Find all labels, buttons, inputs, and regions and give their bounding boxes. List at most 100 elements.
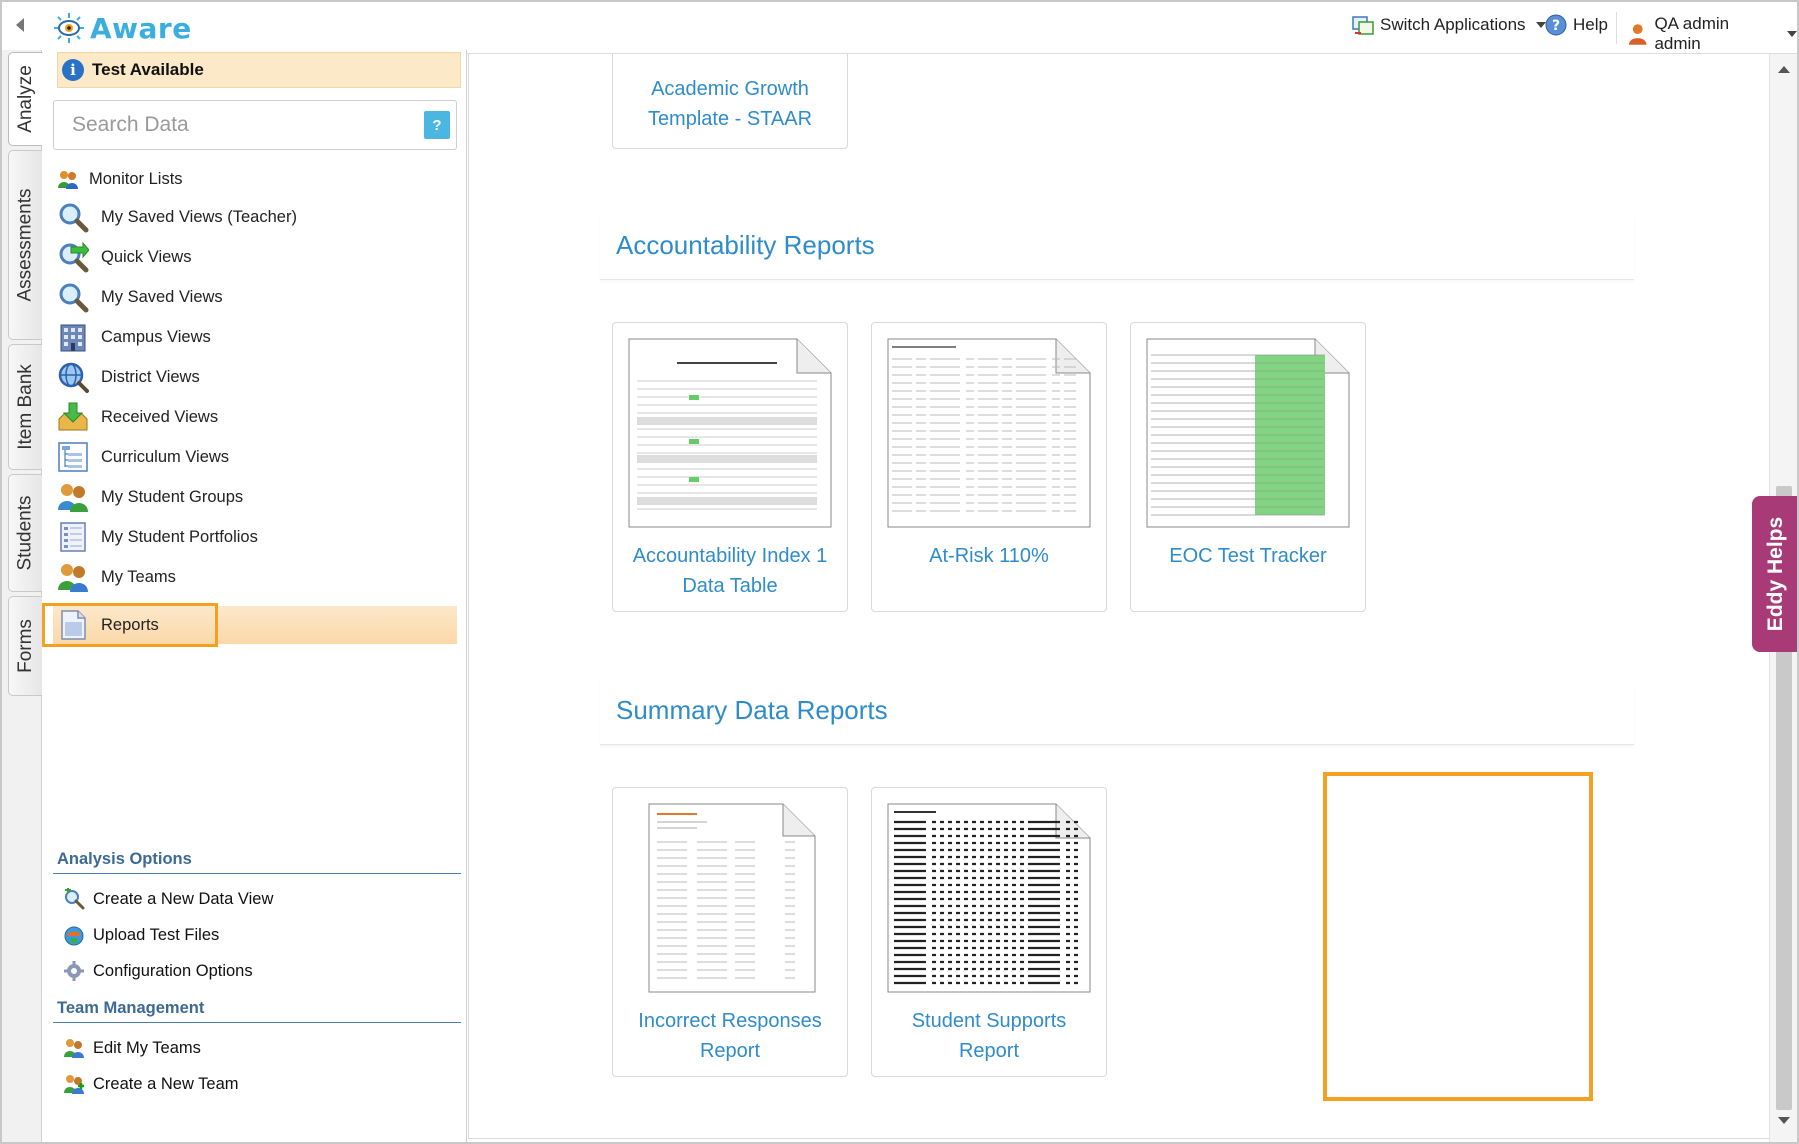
monitor-lists-icon [57, 168, 79, 190]
gear-icon [63, 960, 85, 982]
curriculum-tree-icon [57, 441, 89, 473]
search-box: ? [53, 100, 457, 150]
scroll-up-arrow-icon[interactable] [1778, 66, 1790, 73]
tab-item-bank[interactable]: Item Bank [8, 344, 42, 470]
report-card-label: Incorrect Responses Report [613, 1006, 847, 1066]
sidebar-item-label: Monitor Lists [89, 169, 183, 188]
option-label: Create a New Data View [93, 889, 274, 908]
group-title: Accountability Reports [616, 230, 875, 260]
magnifier-icon [57, 201, 89, 233]
brand-name: Aware [90, 11, 192, 45]
collapse-panel-icon[interactable] [16, 18, 24, 32]
tab-assessments[interactable]: Assessments [8, 150, 42, 340]
info-icon: i [62, 59, 84, 81]
sidebar-item-campus-views[interactable]: Campus Views [53, 318, 457, 356]
create-new-data-view-link[interactable]: Create a New Data View [63, 884, 273, 914]
group-title: Summary Data Reports [616, 695, 888, 725]
logo-eye-icon [54, 13, 84, 43]
sidebar-item-label: My Student Groups [101, 487, 244, 506]
sidebar-item-monitor-lists[interactable]: Monitor Lists [53, 160, 457, 198]
team-edit-icon [63, 1037, 85, 1059]
sidebar-item-my-teams[interactable]: My Teams [53, 558, 457, 596]
group-header-accountability: Accountability Reports [600, 216, 1634, 280]
report-card-incorrect-responses[interactable]: Incorrect Responses Report [612, 787, 848, 1077]
tab-forms-label: Forms [14, 619, 36, 673]
test-available-banner[interactable]: i Test Available [57, 52, 461, 88]
switch-applications-label: Switch Applications [1380, 15, 1526, 34]
sidebar-item-label: My Student Portfolios [101, 527, 258, 546]
scroll-down-arrow-icon[interactable] [1778, 1117, 1790, 1124]
tab-assessments-label: Assessments [14, 188, 36, 302]
option-label: Upload Test Files [93, 925, 220, 944]
sidebar-item-curriculum-views[interactable]: Curriculum Views [53, 438, 457, 476]
edit-my-teams-link[interactable]: Edit My Teams [63, 1033, 201, 1063]
tab-analyze-label: Analyze [14, 65, 36, 133]
top-header: Aware Switch Applications ? Help QA admi… [2, 2, 1797, 54]
sidebar-item-district-views[interactable]: District Views [53, 358, 457, 396]
report-thumbnail [887, 803, 1091, 993]
report-card-label: Academic Growth Template - STAAR [613, 74, 847, 134]
sidebar-item-my-saved-views[interactable]: My Saved Views [53, 278, 457, 316]
switch-applications-menu[interactable]: Switch Applications [1352, 14, 1546, 36]
tab-analyze[interactable]: Analyze [8, 52, 42, 146]
add-view-icon [63, 888, 85, 910]
sidebar-item-my-student-groups[interactable]: My Student Groups [53, 478, 457, 516]
report-title-line1: Student Supports [911, 1010, 1067, 1032]
quick-views-icon [57, 241, 89, 273]
report-card-accountability-index[interactable]: Accountability Index 1 Data Table [612, 322, 848, 612]
report-title-line1: Academic Growth [651, 78, 809, 100]
sidebar-item-label: Campus Views [101, 327, 211, 346]
eddy-helps-label: Eddy Helps [1764, 516, 1788, 632]
help-label: Help [1573, 15, 1608, 34]
configuration-options-link[interactable]: Configuration Options [63, 956, 253, 986]
building-icon [57, 321, 89, 353]
tab-forms[interactable]: Forms [8, 596, 42, 696]
aware-logo[interactable]: Aware [52, 8, 192, 48]
user-avatar-icon [1628, 24, 1647, 45]
sidebar-item-quick-views[interactable]: Quick Views [53, 238, 457, 276]
report-card-academic-growth[interactable]: Academic Growth Template - STAAR [612, 54, 848, 149]
inbox-download-icon [57, 401, 89, 433]
report-card-label: EOC Test Tracker [1131, 541, 1365, 571]
report-title-line1: Incorrect Responses [638, 1010, 822, 1032]
globe-search-icon [57, 361, 89, 393]
sidebar-item-label: Received Views [101, 407, 219, 426]
report-title-line2: Report [958, 1040, 1020, 1062]
teams-icon [57, 561, 89, 593]
analysis-options-heading: Analysis Options [57, 850, 192, 868]
report-gallery: Academic Growth Template - STAAR Account… [468, 54, 1769, 1142]
sidebar-item-my-student-portfolios[interactable]: My Student Portfolios [53, 518, 457, 556]
sidebar-item-label: My Saved Views [101, 287, 223, 306]
user-menu[interactable]: QA admin admin [1627, 14, 1797, 54]
section-divider [53, 873, 461, 874]
help-link[interactable]: ? Help [1545, 14, 1608, 36]
student-groups-icon [57, 481, 89, 513]
report-thumbnail [887, 338, 1091, 528]
sidebar-item-label: Quick Views [101, 247, 192, 266]
upload-test-files-link[interactable]: Upload Test Files [63, 920, 219, 950]
report-thumbnail [1146, 338, 1350, 528]
eddy-helps-tab[interactable]: Eddy Helps [1752, 496, 1797, 652]
report-card-eoc-test-tracker[interactable]: EOC Test Tracker [1130, 322, 1366, 612]
sidebar-item-label: Reports [101, 615, 159, 634]
sidebar-item-received-views[interactable]: Received Views [53, 398, 457, 436]
chevron-down-icon [1787, 31, 1797, 37]
test-available-label: Test Available [92, 60, 204, 79]
help-icon: ? [1545, 14, 1567, 36]
portfolio-icon [57, 521, 89, 553]
vertical-tab-bar: Analyze Assessments Item Bank Students F… [2, 50, 42, 1142]
create-new-team-link[interactable]: Create a New Team [63, 1069, 239, 1099]
report-card-at-risk[interactable]: At-Risk 110% [871, 322, 1107, 612]
report-title-line2: Template - STAAR [647, 108, 813, 130]
left-navigation-panel: i Test Available ? Monitor Lists My Save… [42, 50, 467, 1142]
tab-students[interactable]: Students [8, 474, 42, 592]
report-title-line1: At-Risk 110% [929, 545, 1049, 567]
report-card-label: Accountability Index 1 Data Table [613, 541, 847, 601]
upload-icon [63, 924, 85, 946]
report-card-label: Student Supports Report [872, 1006, 1106, 1066]
sidebar-item-my-saved-views-teacher[interactable]: My Saved Views (Teacher) [53, 198, 457, 236]
report-card-student-supports[interactable]: Student Supports Report [871, 787, 1107, 1077]
search-input[interactable] [54, 101, 414, 149]
sidebar-item-reports[interactable]: Reports [53, 606, 457, 644]
search-help-button[interactable]: ? [424, 111, 450, 139]
